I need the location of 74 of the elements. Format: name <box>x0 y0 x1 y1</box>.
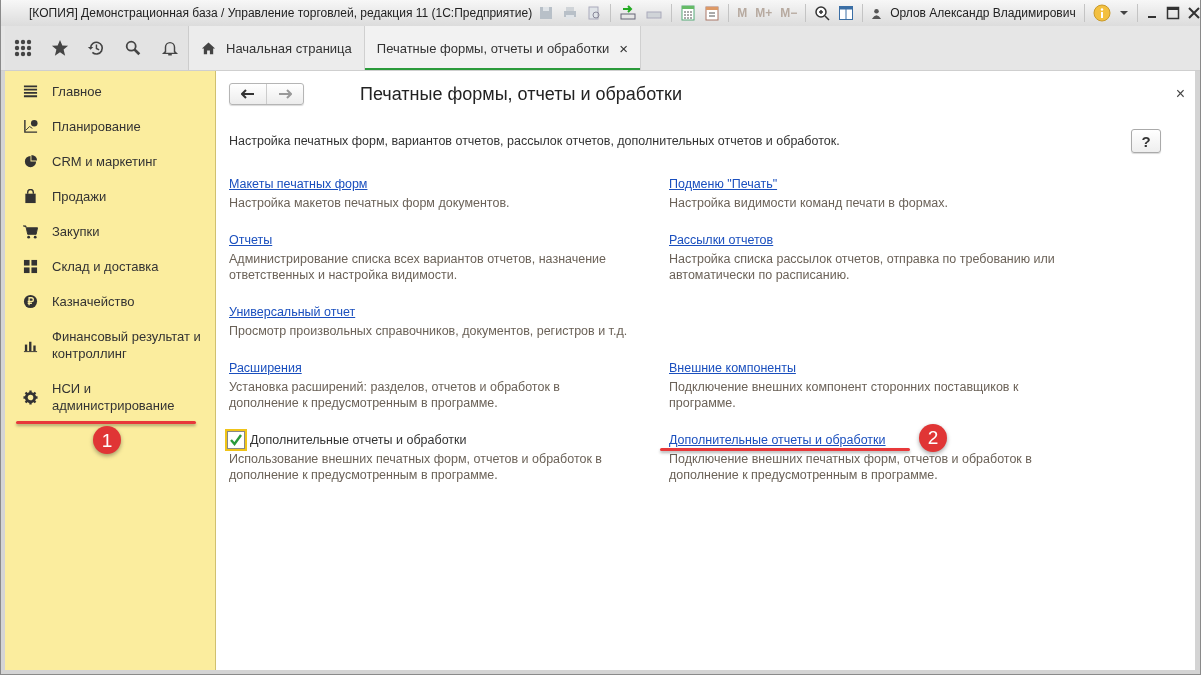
apps-grid-icon[interactable] <box>14 39 33 57</box>
tab[interactable]: Печатные формы, отчеты и обработки × <box>364 26 642 70</box>
settings-link[interactable]: Рассылки отчетов <box>669 233 774 247</box>
sidebar-item-label: Главное <box>52 83 103 100</box>
info-icon[interactable] <box>1092 4 1111 22</box>
page-title: Печатные формы, отчеты и обработки <box>360 83 682 105</box>
home-icon <box>201 40 216 56</box>
chart-axes-icon <box>23 119 38 134</box>
sidebar-item[interactable]: Склад и доставка <box>5 249 215 284</box>
right-arrow-icon <box>278 89 292 99</box>
setting-description: Администрирование списка всех вариантов отчетов, назначение ответственных и настройка видимости. <box>229 251 608 283</box>
user-name[interactable]: Орлов Александр Владимирович <box>890 6 1076 20</box>
setting-description: Настройка видимости команд печати в формах. <box>669 195 949 211</box>
checkbox[interactable] <box>227 431 245 449</box>
tab-label: Начальная страница <box>226 40 352 56</box>
sidebar-item[interactable]: CRM и маркетинг <box>5 144 215 179</box>
sidebar-item[interactable]: Закупки <box>5 214 215 249</box>
settings-link[interactable]: Расширения <box>229 361 302 375</box>
sidebar-item-label: Планирование <box>52 118 142 135</box>
settings-link[interactable]: Отчеты <box>229 233 273 247</box>
settings-link[interactable]: Подменю "Печать" <box>669 177 778 191</box>
settings-link[interactable]: Внешние компоненты <box>669 361 796 375</box>
print-preview-icon[interactable] <box>586 5 603 21</box>
search-icon[interactable] <box>124 39 143 57</box>
exchange-icon[interactable] <box>619 5 638 21</box>
settings-link[interactable]: Макеты печатных форм <box>229 177 368 191</box>
zoom-in-icon[interactable] <box>814 5 831 21</box>
sidebar-item[interactable]: Продажи <box>5 179 215 214</box>
tab[interactable]: Начальная страница <box>189 26 365 70</box>
grid-icon <box>23 259 38 274</box>
sidebar-item-label: НСИ и администрирование <box>52 380 176 414</box>
close-icon[interactable] <box>1187 7 1200 19</box>
sidebar-item[interactable]: Казначейство <box>5 284 215 319</box>
sidebar-item-label: Продажи <box>52 188 108 205</box>
cart-icon <box>23 224 38 239</box>
setting-description: Установка расширений: разделов, отчетов и обработок в дополнение к предусмотренным в программе. <box>229 379 561 411</box>
setting-description: Просмотр произвольных справочников, документов, регистров и т.д. <box>229 323 629 339</box>
sidebar-item-label: Закупки <box>52 223 101 240</box>
setting-description: Подключение внешних компонент сторонних поставщиков к программе. <box>669 379 1020 411</box>
maximize-icon[interactable] <box>1165 6 1180 20</box>
gear-icon <box>23 389 38 405</box>
sidebar-item[interactable]: Финансовый результат и контроллинг <box>5 319 215 371</box>
close-tab-button[interactable]: × <box>619 39 629 57</box>
sidebar-item-label: Финансовый результат и контроллинг <box>52 328 202 362</box>
tab-label: Печатные формы, отчеты и обработки <box>376 40 610 56</box>
panel-layout-icon[interactable] <box>838 5 855 21</box>
step-badge: 1 <box>93 426 121 454</box>
user-icon <box>871 7 883 19</box>
left-arrow-icon <box>241 89 255 99</box>
window-title: [КОПИЯ] Демонстрационная база / Управление торговлей, редакция 11 (1С:Предприятие) <box>29 6 533 20</box>
setting-description: Настройка списка рассылок отчетов, отправка по требованию или автоматически по расписанию. <box>669 251 1056 283</box>
close-button[interactable]: × <box>1175 85 1185 103</box>
shopping-bag-icon <box>23 189 38 204</box>
setting-description: Настройка макетов печатных форм документов. <box>229 195 511 211</box>
page-description: Настройка печатных форм, вариантов отчетов, рассылок отчетов, дополнительных отчетов и обработок. <box>229 134 840 148</box>
checkbox-label: Дополнительные отчеты и обработки <box>250 433 467 447</box>
sidebar-item-label: CRM и маркетинг <box>52 153 159 170</box>
bell-icon[interactable] <box>160 39 179 57</box>
settings-link[interactable]: Универсальный отчет <box>229 305 356 319</box>
sidebar-item[interactable]: Главное <box>5 74 215 109</box>
setting-description: Использование внешних печатных форм, отчетов и обработок в дополнение к предусмотренным в программе. <box>229 451 603 483</box>
caret-icon[interactable] <box>1118 10 1129 16</box>
sidebar-item-label: Казначейство <box>52 293 136 310</box>
history-icon[interactable] <box>87 39 106 57</box>
list-icon <box>23 84 38 99</box>
settings-link[interactable]: Дополнительные отчеты и обработки <box>669 433 886 447</box>
help-button[interactable]: ? <box>1131 129 1161 153</box>
setting-description: Подключение внешних печатных форм, отчетов и обработок в дополнение к предусмотренным в программе. <box>669 451 1033 483</box>
star-icon[interactable] <box>50 39 69 57</box>
pie-chart-icon <box>23 154 38 169</box>
sidebar-item-label: Склад и доставка <box>52 258 160 275</box>
ruble-coin-icon <box>23 294 38 309</box>
step-badge: 2 <box>919 424 947 452</box>
sidebar-item[interactable]: Планирование <box>5 109 215 144</box>
